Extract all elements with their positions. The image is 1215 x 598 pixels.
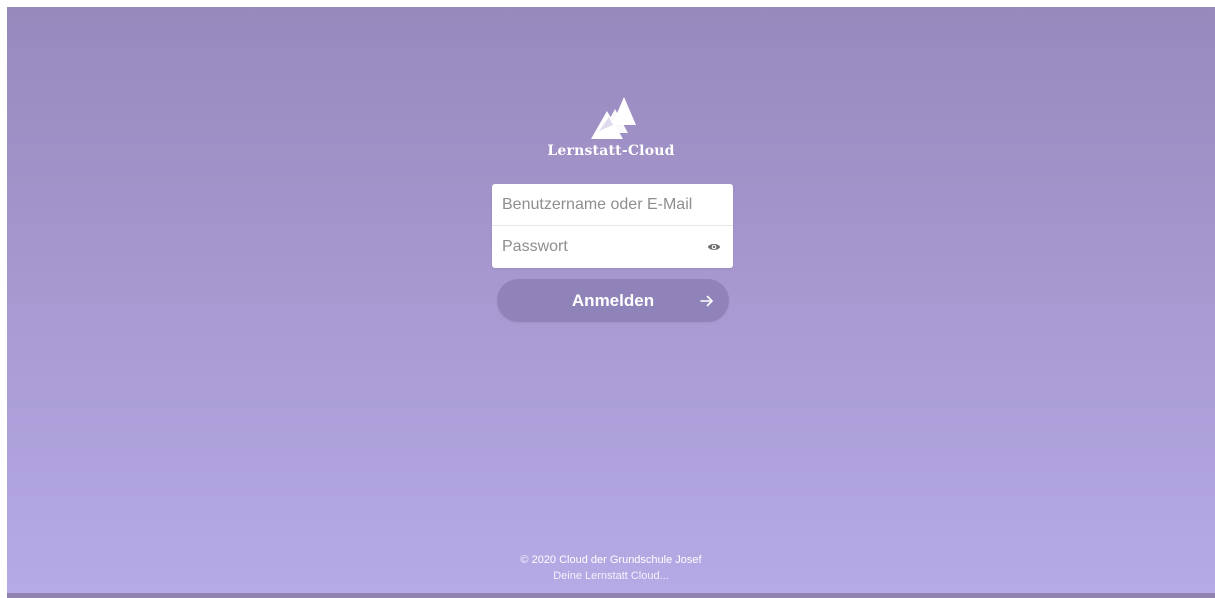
login-submit-button[interactable]: Anmelden	[497, 279, 729, 322]
password-input[interactable]	[492, 226, 733, 268]
copyright-symbol: ©	[520, 554, 529, 566]
footer-slogan: Deine Lernstatt Cloud...	[553, 570, 669, 582]
bottom-border	[7, 593, 1215, 598]
login-page-background: Lernstatt-Cloud Anmelden © 2020 Cloud de…	[7, 7, 1215, 593]
app-name: Lernstatt-Cloud	[547, 143, 675, 159]
eye-icon[interactable]	[707, 240, 721, 254]
password-field-wrapper	[492, 226, 733, 268]
footer: © 2020 Cloud der Grundschule Josef Deine…	[7, 552, 1215, 584]
arrow-right-icon	[700, 295, 713, 307]
mountains-logo-icon	[591, 97, 636, 139]
copyright-link[interactable]: 2020 Cloud der Grundschule Josef	[532, 554, 702, 566]
login-form	[492, 184, 733, 268]
username-input[interactable]	[492, 184, 733, 225]
username-field-wrapper	[492, 184, 733, 226]
login-submit-label: Anmelden	[571, 291, 655, 310]
logo: Lernstatt-Cloud	[7, 89, 1215, 159]
